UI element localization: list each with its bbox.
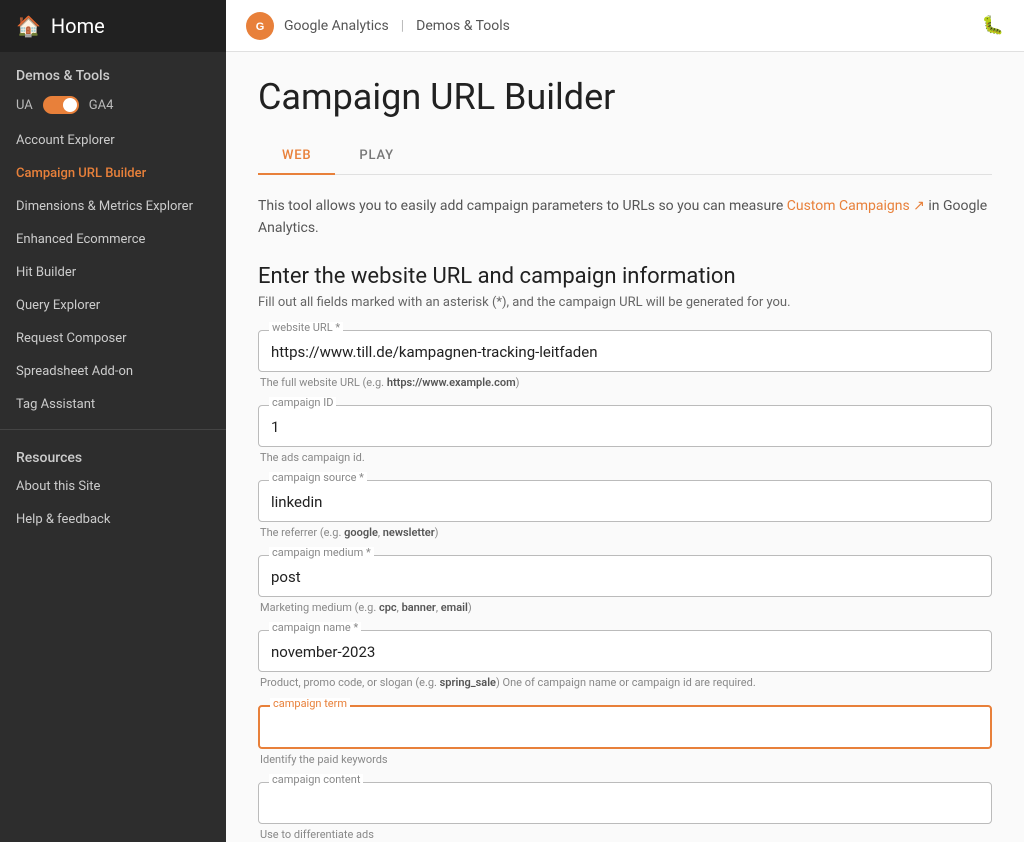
ga-logo: G — [246, 12, 274, 40]
field-wrapper-campaign-medium: campaign medium * — [258, 555, 992, 597]
ua-ga4-toggle-row: UA GA4 — [0, 92, 226, 124]
sidebar-divider — [0, 429, 226, 430]
description-text: This tool allows you to easily add campa… — [258, 195, 992, 240]
field-hint-campaign-medium: Marketing medium (e.g. cpc, banner, emai… — [260, 601, 992, 614]
content-area: Campaign URL Builder WEB PLAY This tool … — [226, 52, 1024, 842]
field-hint-campaign-content: Use to differentiate ads — [260, 828, 992, 841]
sidebar-item-campaign-url-builder[interactable]: Campaign URL Builder — [0, 157, 226, 190]
field-hint-website-url: The full website URL (e.g. https://www.e… — [260, 376, 992, 389]
description-main: This tool allows you to easily add campa… — [258, 198, 787, 214]
campaign-term-input[interactable] — [272, 717, 978, 739]
form-field-campaign-name: campaign name * Product, promo code, or … — [258, 630, 992, 689]
field-hint-campaign-term: Identify the paid keywords — [260, 753, 992, 766]
form-field-campaign-medium: campaign medium * Marketing medium (e.g.… — [258, 555, 992, 614]
topbar: G Google Analytics | Demos & Tools 🐛 — [226, 0, 1024, 52]
sidebar-item-spreadsheet-addon[interactable]: Spreadsheet Add-on — [0, 355, 226, 388]
field-wrapper-campaign-term: campaign term — [258, 705, 992, 749]
field-hint-campaign-source: The referrer (e.g. google, newsletter) — [260, 526, 992, 539]
field-wrapper-campaign-name: campaign name * — [258, 630, 992, 672]
form-field-campaign-content: campaign content Use to differentiate ad… — [258, 782, 992, 841]
sidebar-item-help-feedback[interactable]: Help & feedback — [16, 503, 210, 536]
sidebar-nav: Account Explorer Campaign URL Builder Di… — [0, 124, 226, 421]
field-label-campaign-medium: campaign medium * — [269, 547, 374, 558]
ua-label: UA — [16, 98, 33, 113]
ga4-label: GA4 — [89, 98, 114, 113]
campaign-medium-input[interactable] — [271, 566, 979, 588]
ua-ga4-toggle[interactable] — [43, 96, 79, 114]
field-hint-campaign-id: The ads campaign id. — [260, 451, 992, 464]
home-icon: 🏠 — [16, 14, 41, 38]
main-content: G Google Analytics | Demos & Tools 🐛 Cam… — [226, 0, 1024, 842]
page-title: Campaign URL Builder — [258, 76, 992, 118]
tabs-row: WEB PLAY — [258, 138, 992, 175]
sidebar-item-account-explorer[interactable]: Account Explorer — [0, 124, 226, 157]
resources-section: Resources About this Site Help & feedbac… — [0, 438, 226, 540]
field-hint-campaign-name: Product, promo code, or slogan (e.g. spr… — [260, 676, 992, 689]
field-label-website-url: website URL * — [269, 322, 343, 333]
form-field-website-url: website URL * The full website URL (e.g.… — [258, 330, 992, 389]
field-wrapper-campaign-id: campaign ID — [258, 405, 992, 447]
sidebar-item-query-explorer[interactable]: Query Explorer — [0, 289, 226, 322]
tab-play[interactable]: PLAY — [335, 138, 417, 175]
form-field-campaign-term: campaign term Identify the paid keywords — [258, 705, 992, 766]
sidebar-header[interactable]: 🏠 Home — [0, 0, 226, 52]
demos-tools-title: Demos & Tools — [0, 52, 226, 92]
sidebar: 🏠 Home Demos & Tools UA GA4 Account Expl… — [0, 0, 226, 842]
field-label-campaign-term: campaign term — [270, 698, 350, 709]
campaign-id-input[interactable] — [271, 416, 979, 438]
form-field-campaign-source: campaign source * The referrer (e.g. goo… — [258, 480, 992, 539]
sidebar-item-about-site[interactable]: About this Site — [16, 470, 210, 503]
field-wrapper-campaign-source: campaign source * — [258, 480, 992, 522]
website-url-input[interactable] — [271, 341, 979, 363]
field-wrapper-campaign-content: campaign content — [258, 782, 992, 824]
custom-campaigns-link[interactable]: Custom Campaigns ↗ — [787, 198, 925, 214]
section-subtext: Fill out all fields marked with an aster… — [258, 295, 992, 310]
field-wrapper-website-url: website URL * — [258, 330, 992, 372]
topbar-brand: Google Analytics — [284, 18, 389, 34]
tab-web[interactable]: WEB — [258, 138, 335, 175]
campaign-name-input[interactable] — [271, 641, 979, 663]
sidebar-item-hit-builder[interactable]: Hit Builder — [0, 256, 226, 289]
bug-icon[interactable]: 🐛 — [982, 15, 1004, 36]
svg-text:G: G — [256, 21, 265, 33]
sidebar-item-enhanced-ecommerce[interactable]: Enhanced Ecommerce — [0, 223, 226, 256]
field-label-campaign-source: campaign source * — [269, 472, 367, 483]
field-label-campaign-content: campaign content — [269, 774, 363, 785]
sidebar-item-dimensions-metrics[interactable]: Dimensions & Metrics Explorer — [0, 190, 226, 223]
sidebar-home-label: Home — [51, 14, 105, 38]
campaign-source-input[interactable] — [271, 491, 979, 513]
campaign-content-input[interactable] — [271, 793, 979, 815]
field-label-campaign-id: campaign ID — [269, 397, 336, 408]
form-field-campaign-id: campaign ID The ads campaign id. — [258, 405, 992, 464]
sidebar-item-tag-assistant[interactable]: Tag Assistant — [0, 388, 226, 421]
resources-title: Resources — [16, 450, 210, 466]
topbar-separator: | — [401, 18, 404, 34]
section-heading: Enter the website URL and campaign infor… — [258, 264, 992, 289]
field-label-campaign-name: campaign name * — [269, 622, 361, 633]
topbar-subtitle: Demos & Tools — [416, 18, 510, 34]
sidebar-item-request-composer[interactable]: Request Composer — [0, 322, 226, 355]
